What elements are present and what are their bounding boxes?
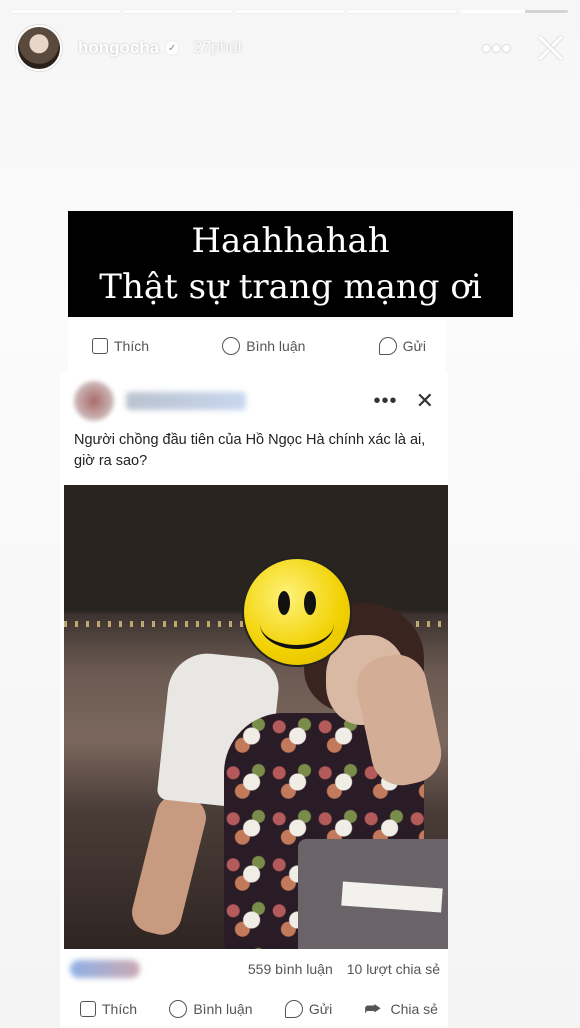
post-share-label: Chia sẻ <box>390 1001 438 1017</box>
verified-icon: ✓ <box>165 41 180 55</box>
post-photo[interactable] <box>64 485 448 949</box>
story-header: hongocha ✓ 27phút ••• <box>16 24 566 72</box>
story-time: 27phút <box>193 39 243 56</box>
avatar[interactable] <box>16 25 62 71</box>
username[interactable]: hongocha <box>78 38 159 58</box>
post-action-bar: Thích Bình luận Gửi ⮫ Chia sẻ <box>60 990 448 1028</box>
like-icon <box>92 338 108 354</box>
story-caption: Haahhahah Thật sự trang mạng ơi <box>68 211 513 317</box>
caption-line-2: Thật sự trang mạng ơi <box>99 267 482 307</box>
comment-icon <box>222 337 241 355</box>
close-icon[interactable] <box>534 32 566 64</box>
comment-button[interactable]: Bình luận <box>222 337 305 355</box>
progress-segment <box>124 10 232 13</box>
comments-count[interactable]: 559 bình luận <box>248 961 333 977</box>
share-icon: ⮫ <box>364 999 382 1019</box>
post-stats: 559 bình luận 10 lượt chia sẻ <box>60 956 448 982</box>
messenger-icon <box>378 337 397 355</box>
photo-detail <box>127 791 211 939</box>
blurred-avatar <box>74 381 114 421</box>
caption-line-1: Haahhahah <box>191 221 390 261</box>
send-button[interactable]: Gửi <box>378 337 426 355</box>
shares-count[interactable]: 10 lượt chia sẻ <box>347 961 440 977</box>
progress-segment <box>348 10 456 13</box>
post-close-icon[interactable]: ✕ <box>416 388 434 414</box>
smiley-sticker <box>242 557 352 667</box>
like-label: Thích <box>114 338 150 354</box>
fb-action-bar-top: Thích Bình luận Gửi <box>68 320 446 372</box>
post-send-button[interactable]: Gửi <box>284 1000 333 1018</box>
blurred-reactions <box>70 960 140 978</box>
comment-label: Bình luận <box>246 338 306 354</box>
post-comment-button[interactable]: Bình luận <box>169 1000 253 1018</box>
comment-icon <box>169 1000 188 1018</box>
post-like-button[interactable]: Thích <box>80 1001 137 1017</box>
smiley-mouth <box>260 599 334 649</box>
post-header: ••• ✕ <box>60 372 448 430</box>
progress-segment-current <box>460 10 568 13</box>
send-label: Gửi <box>402 338 426 354</box>
fb-post-card: ••• ✕ Người chồng đầu tiên của Hồ Ngọc H… <box>60 372 448 1028</box>
post-send-label: Gửi <box>308 1001 333 1017</box>
story-progress <box>12 10 568 13</box>
post-more-icon[interactable]: ••• <box>374 390 398 413</box>
blurred-name <box>126 392 246 410</box>
post-like-label: Thích <box>102 1001 138 1017</box>
progress-segment <box>236 10 344 13</box>
progress-segment <box>12 10 120 13</box>
messenger-icon <box>284 1000 303 1018</box>
more-icon[interactable]: ••• <box>482 33 512 64</box>
post-text: Người chồng đầu tiên của Hồ Ngọc Hà chín… <box>74 432 426 469</box>
post-share-button[interactable]: ⮫ Chia sẻ <box>365 999 438 1019</box>
like-button[interactable]: Thích <box>92 338 149 354</box>
post-comment-label: Bình luận <box>193 1001 253 1017</box>
like-icon <box>80 1001 96 1017</box>
